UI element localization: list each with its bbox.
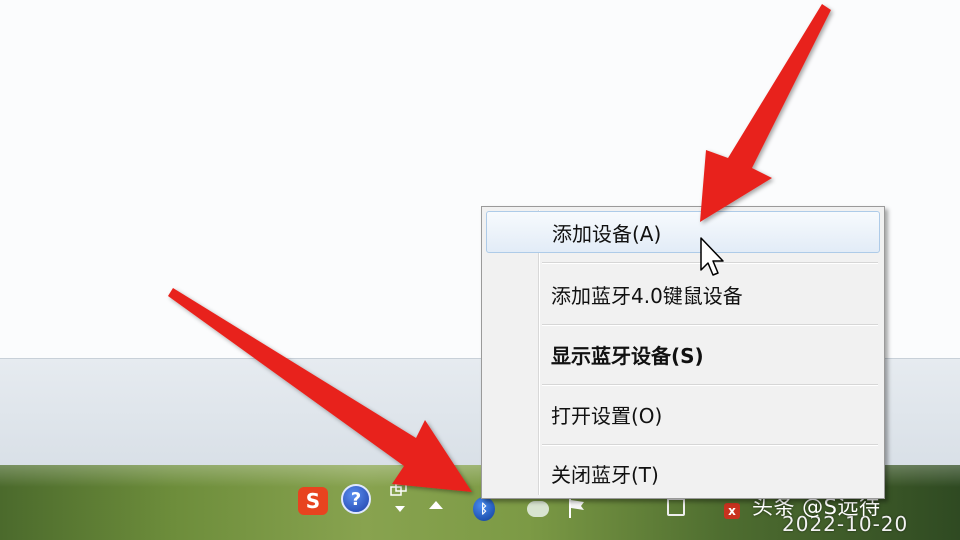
device-icon[interactable] xyxy=(667,498,685,516)
bluetooth-icon[interactable]: ᛒ xyxy=(473,497,495,521)
close-icon[interactable]: x xyxy=(724,503,740,519)
menu-separator xyxy=(542,262,878,263)
menu-item-open-settings[interactable]: 打开设置(O) xyxy=(486,393,880,435)
help-icon[interactable]: ? xyxy=(341,484,371,514)
menu-separator xyxy=(542,444,878,445)
window-icon[interactable] xyxy=(390,483,408,497)
show-hidden-icons-arrow[interactable] xyxy=(429,501,443,509)
chevron-down-icon[interactable] xyxy=(395,506,405,512)
menu-separator xyxy=(542,324,878,325)
bluetooth-context-menu: 添加设备(A) 添加蓝牙4.0键鼠设备 显示蓝牙设备(S) 打开设置(O) 关闭… xyxy=(481,206,885,499)
flag-icon[interactable] xyxy=(567,497,587,519)
menu-item-add-ble-device[interactable]: 添加蓝牙4.0键鼠设备 xyxy=(486,273,880,315)
menu-item-add-device[interactable]: 添加设备(A) xyxy=(486,211,880,253)
chat-icon[interactable] xyxy=(527,501,549,517)
menu-item-turn-off-bluetooth[interactable]: 关闭蓝牙(T) xyxy=(486,452,880,494)
sogou-input-icon[interactable]: S xyxy=(298,487,328,515)
menu-separator xyxy=(542,384,878,385)
menu-item-show-devices[interactable]: 显示蓝牙设备(S) xyxy=(486,333,880,375)
